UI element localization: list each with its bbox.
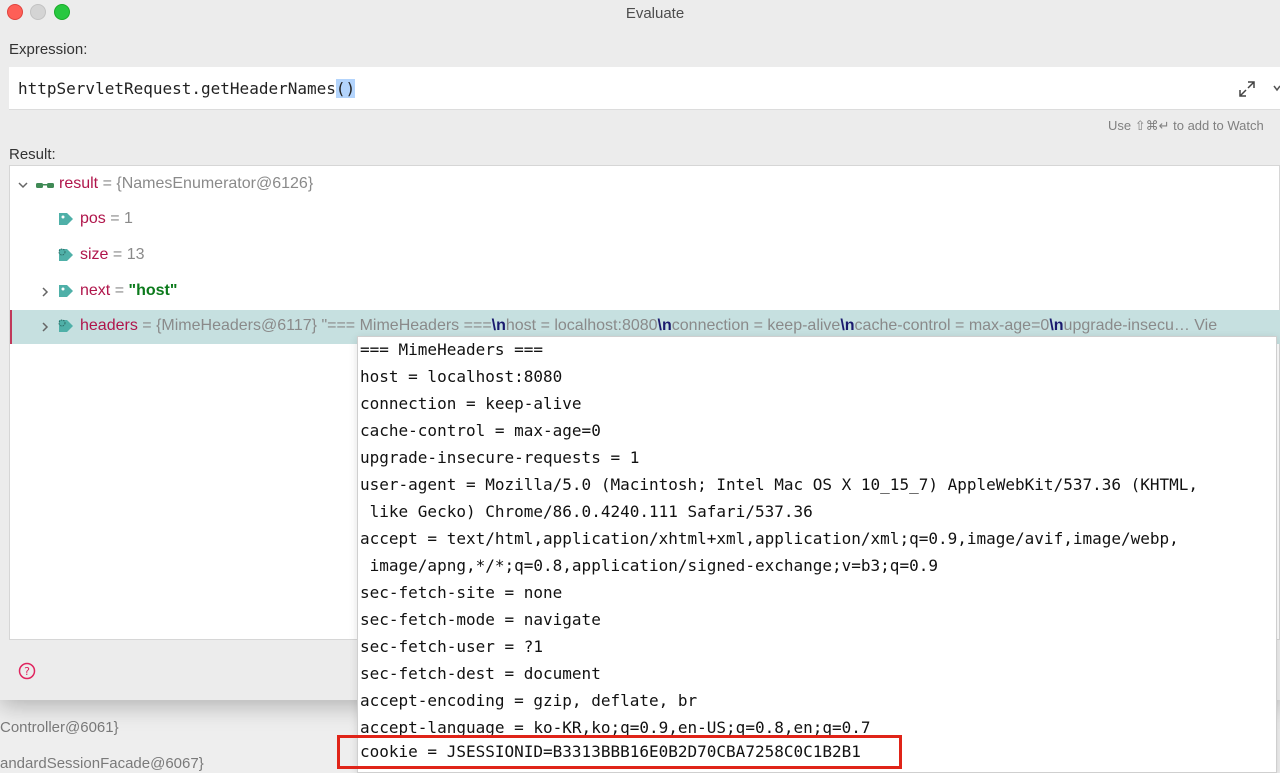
var-name: next: [80, 282, 111, 299]
preview-segment: connection = keep-alive: [671, 317, 841, 334]
var-eq: =: [105, 210, 125, 227]
selection-marker: [10, 310, 12, 344]
tree-row-size-text: size = 13: [80, 246, 144, 264]
expression-paren-selection: (): [335, 79, 356, 98]
expand-icon[interactable]: [1238, 80, 1256, 98]
var-value: 13: [126, 246, 145, 263]
popup-line: host = localhost:8080: [360, 367, 563, 386]
var-name: result: [59, 175, 99, 192]
preview-segment-view-link[interactable]: upgrade-insecu… Vie: [1064, 317, 1218, 334]
expand-arrow-right-icon[interactable]: [40, 321, 50, 333]
help-icon[interactable]: ?: [18, 662, 36, 680]
popup-line: user-agent = Mozilla/5.0 (Macintosh; Int…: [360, 475, 1199, 494]
value-tooltip-popup[interactable]: === MimeHeaders === host = localhost:808…: [357, 336, 1277, 773]
preview-escape: \n: [491, 317, 506, 334]
tree-row-next-text: next = "host": [80, 282, 177, 300]
popup-line: cache-control = max-age=0: [360, 421, 601, 440]
popup-line: === MimeHeaders ===: [360, 340, 544, 359]
expand-arrow-down-icon[interactable]: [18, 179, 28, 191]
preview-segment: "=== MimeHeaders ===: [321, 317, 492, 334]
var-name: pos: [80, 210, 106, 227]
tree-row-result-text: result = {NamesEnumerator@6126}: [59, 175, 313, 193]
chevron-down-icon[interactable]: [1272, 82, 1280, 94]
result-label: Result:: [9, 146, 56, 163]
expression-text[interactable]: httpServletRequest.getHeaderNames(): [18, 79, 356, 98]
bg-variable-session-facade: andardSessionFacade@6067}: [0, 755, 204, 772]
var-eq: =: [110, 282, 129, 299]
var-value: 1: [124, 210, 133, 227]
popup-line: sec-fetch-mode = navigate: [360, 610, 601, 629]
field-tag-icon: [59, 285, 73, 297]
expression-input[interactable]: httpServletRequest.getHeaderNames(): [9, 67, 1280, 110]
var-eq: =: [108, 246, 127, 263]
var-eq: =: [98, 175, 117, 192]
popup-line: accept-encoding = gzip, deflate, br: [360, 691, 698, 710]
preview-escape: \n: [840, 317, 855, 334]
var-name: size: [80, 246, 109, 263]
add-to-watch-hint: Use ⇧⌘↵ to add to Watch: [1108, 118, 1264, 133]
var-name: headers: [80, 317, 138, 334]
var-value: {MimeHeaders@6117}: [156, 317, 322, 334]
cookie-highlight-box: [337, 735, 902, 769]
title-bar: Evaluate: [0, 0, 1280, 28]
preview-segment: host = localhost:8080: [505, 317, 658, 334]
var-value: {NamesEnumerator@6126}: [116, 175, 314, 192]
tree-row-next[interactable]: next = "host": [10, 275, 1280, 309]
popup-line: sec-fetch-dest = document: [360, 664, 601, 683]
popup-line: upgrade-insecure-requests = 1: [360, 448, 640, 467]
field-tag-final-icon: [58, 248, 73, 261]
var-string-value: "host": [128, 282, 178, 299]
preview-segment: cache-control = max-age=0: [854, 317, 1050, 334]
popup-line: connection = keep-alive: [360, 394, 582, 413]
expand-arrow-right-icon[interactable]: [40, 286, 50, 298]
expression-label: Expression:: [9, 41, 88, 58]
preview-escape: \n: [1049, 317, 1064, 334]
tree-row-size[interactable]: size = 13: [10, 239, 1280, 273]
popup-line: image/apng,*/*;q=0.8,application/signed-…: [360, 556, 938, 575]
tree-row-pos[interactable]: pos = 1: [10, 203, 1280, 237]
field-tag-icon: [59, 213, 73, 225]
glasses-icon: [36, 183, 54, 188]
window-title: Evaluate: [625, 5, 685, 22]
preview-escape: \n: [657, 317, 672, 334]
tree-row-result[interactable]: result = {NamesEnumerator@6126}: [10, 168, 1280, 202]
field-tag-final-icon: [58, 319, 73, 332]
tree-row-headers-text: headers = {MimeHeaders@6117} "=== MimeHe…: [80, 317, 1217, 335]
var-eq: =: [137, 317, 157, 334]
tree-row-pos-text: pos = 1: [80, 210, 133, 228]
popup-line: sec-fetch-user = ?1: [360, 637, 544, 656]
expression-code: httpServletRequest.getHeaderNames: [18, 79, 336, 98]
popup-line: like Gecko) Chrome/86.0.4240.111 Safari/…: [360, 502, 813, 521]
svg-text:?: ?: [24, 665, 30, 678]
popup-line: sec-fetch-site = none: [360, 583, 563, 602]
popup-line: accept = text/html,application/xhtml+xml…: [360, 529, 1179, 548]
bg-variable-controller: Controller@6061}: [0, 719, 119, 736]
